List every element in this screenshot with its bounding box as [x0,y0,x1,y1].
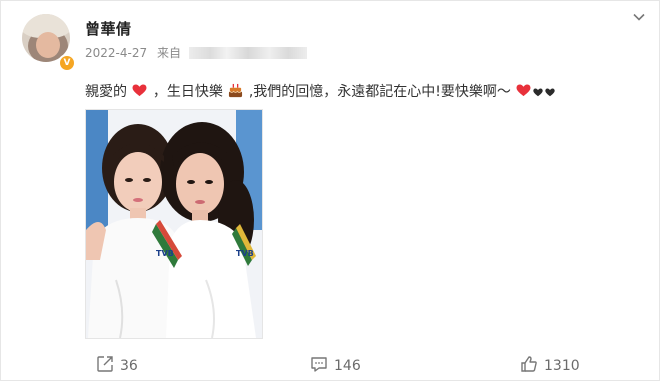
content-part-3: ,我們的回憶，永遠都記在心中!要快樂啊～ [248,84,511,100]
chevron-down-icon[interactable] [632,10,646,24]
repost-button[interactable]: 36 [96,355,138,374]
source-blurred [188,47,307,59]
comment-count: 146 [334,358,361,374]
verified-icon: V [58,54,76,72]
comment-button[interactable]: 146 [310,355,361,374]
heart-icon [132,84,147,97]
heart-icon [516,84,531,97]
post-date[interactable]: 2022-4-27 [85,46,147,60]
repost-count: 36 [120,358,138,374]
repost-icon [97,356,113,372]
like-count: 1310 [544,358,580,374]
like-icon [521,356,537,372]
photo-illustration: TVB TVB [86,110,262,338]
post-photo[interactable]: TVB TVB [85,109,263,339]
photo-tvb-label: TVB [236,249,254,258]
content-part-2: ，生日快樂 [152,84,223,100]
post-content: 親愛的 ，生日快樂 ,我們的回憶，永遠都記在心中!要快樂啊～ [85,81,556,101]
heart-icon [545,88,556,97]
comment-icon [311,357,327,372]
cake-icon [229,83,243,98]
content-part-1: 親愛的 [85,84,127,100]
photo-tvb-label: TVB [156,249,174,258]
author-name[interactable]: 曾華倩 [85,18,132,39]
post-meta: 2022-4-27 来自 [85,44,307,61]
like-button[interactable]: 1310 [520,355,580,374]
source-label: 来自 [156,46,181,60]
heart-icon [533,88,544,97]
